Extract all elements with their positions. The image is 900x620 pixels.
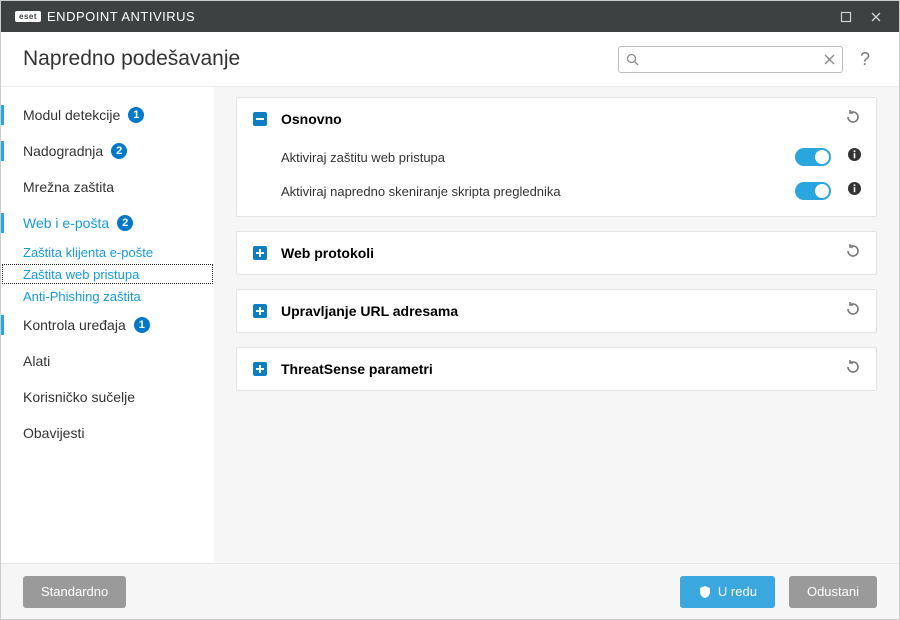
sidebar-item-notifications[interactable]: Obavijesti xyxy=(1,415,214,451)
sidebar-item-label: Korisničko sučelje xyxy=(23,389,135,405)
shield-icon xyxy=(698,585,712,599)
sidebar-item-label: Kontrola uređaja xyxy=(23,317,126,333)
sidebar-sub-label: Zaštita web pristupa xyxy=(23,267,139,282)
sidebar-sub-email-client[interactable]: Zaštita klijenta e-pošte xyxy=(1,241,214,263)
section-title: Web protokoli xyxy=(281,245,844,261)
section-threatsense: ThreatSense parametri xyxy=(236,347,877,391)
sidebar-badge: 2 xyxy=(117,215,133,231)
toggle-script-scan[interactable] xyxy=(795,182,831,200)
clear-search-icon[interactable] xyxy=(820,54,838,65)
revert-icon[interactable] xyxy=(844,300,862,323)
setting-row-script-scan: Aktiviraj napredno skeniranje skripta pr… xyxy=(251,174,862,208)
page-header: Napredno podešavanje ? xyxy=(1,32,899,87)
sidebar-sub-label: Zaštita klijenta e-pošte xyxy=(23,245,153,260)
window-close-button[interactable] xyxy=(861,1,891,32)
revert-icon[interactable] xyxy=(844,108,862,131)
sidebar-item-network[interactable]: Mrežna zaštita xyxy=(1,169,214,205)
sidebar-item-device-control[interactable]: Kontrola uređaja 1 xyxy=(1,307,214,343)
sidebar-item-label: Modul detekcije xyxy=(23,107,120,123)
sidebar-sub-anti-phishing[interactable]: Anti-Phishing zaštita xyxy=(1,285,214,307)
expand-icon xyxy=(251,360,269,378)
sidebar-item-update[interactable]: Nadogradnja 2 xyxy=(1,133,214,169)
section-header-basic[interactable]: Osnovno xyxy=(237,98,876,140)
sidebar-item-ui[interactable]: Korisničko sučelje xyxy=(1,379,214,415)
default-button[interactable]: Standardno xyxy=(23,576,126,608)
sidebar-item-label: Web i e-pošta xyxy=(23,215,109,231)
section-body-basic: Aktiviraj zaštitu web pristupa Aktiviraj… xyxy=(237,140,876,216)
titlebar: eset ENDPOINT ANTIVIRUS xyxy=(1,1,899,32)
section-title: Osnovno xyxy=(281,111,844,127)
brand-badge: eset xyxy=(15,11,41,22)
sidebar-item-label: Alati xyxy=(23,353,50,369)
cancel-button[interactable]: Odustani xyxy=(789,576,877,608)
sidebar-badge: 1 xyxy=(134,317,150,333)
info-icon[interactable] xyxy=(847,147,862,167)
window-maximize-button[interactable] xyxy=(831,1,861,32)
section-header-threatsense[interactable]: ThreatSense parametri xyxy=(237,348,876,390)
revert-icon[interactable] xyxy=(844,242,862,265)
section-title: Upravljanje URL adresama xyxy=(281,303,844,319)
sidebar-item-label: Nadogradnja xyxy=(23,143,103,159)
ok-button[interactable]: U redu xyxy=(680,576,775,608)
search-icon xyxy=(623,53,641,66)
sidebar-item-web-email[interactable]: Web i e-pošta 2 xyxy=(1,205,214,241)
section-web-protocols: Web protokoli xyxy=(236,231,877,275)
section-title: ThreatSense parametri xyxy=(281,361,844,377)
ok-button-label: U redu xyxy=(718,584,757,599)
setting-label: Aktiviraj napredno skeniranje skripta pr… xyxy=(251,184,795,199)
sidebar-badge: 1 xyxy=(128,107,144,123)
help-button[interactable]: ? xyxy=(853,49,877,70)
sidebar-item-tools[interactable]: Alati xyxy=(1,343,214,379)
toggle-web-access[interactable] xyxy=(795,148,831,166)
section-basic: Osnovno Aktiviraj zaštitu web pristupa A… xyxy=(236,97,877,217)
sidebar-item-label: Obavijesti xyxy=(23,425,84,441)
section-header-web-protocols[interactable]: Web protokoli xyxy=(237,232,876,274)
section-url-management: Upravljanje URL adresama xyxy=(236,289,877,333)
revert-icon[interactable] xyxy=(844,358,862,381)
sidebar: Modul detekcije 1 Nadogradnja 2 Mrežna z… xyxy=(1,87,214,565)
sidebar-badge: 2 xyxy=(111,143,127,159)
collapse-icon xyxy=(251,110,269,128)
footer-bar: Standardno U redu Odustani xyxy=(1,563,899,619)
sidebar-item-label: Mrežna zaštita xyxy=(23,179,114,195)
sidebar-item-detection[interactable]: Modul detekcije 1 xyxy=(1,97,214,133)
expand-icon xyxy=(251,302,269,320)
app-name: ENDPOINT ANTIVIRUS xyxy=(47,9,195,24)
search-field[interactable] xyxy=(618,46,843,73)
setting-row-web-access: Aktiviraj zaštitu web pristupa xyxy=(251,140,862,174)
content-panel: Osnovno Aktiviraj zaštitu web pristupa A… xyxy=(214,87,899,565)
expand-icon xyxy=(251,244,269,262)
main-area: Modul detekcije 1 Nadogradnja 2 Mrežna z… xyxy=(1,87,899,565)
search-input[interactable] xyxy=(641,47,820,72)
page-title: Napredno podešavanje xyxy=(23,47,240,71)
sidebar-sub-label: Anti-Phishing zaštita xyxy=(23,289,141,304)
sidebar-sub-web-access[interactable]: Zaštita web pristupa xyxy=(1,263,214,285)
setting-label: Aktiviraj zaštitu web pristupa xyxy=(251,150,795,165)
section-header-url-management[interactable]: Upravljanje URL adresama xyxy=(237,290,876,332)
info-icon[interactable] xyxy=(847,181,862,201)
